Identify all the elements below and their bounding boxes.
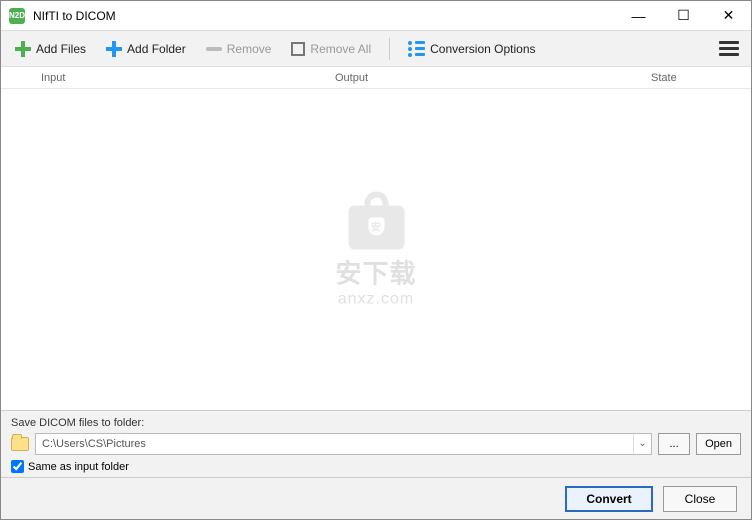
remove-button: Remove bbox=[198, 38, 280, 60]
same-as-input-label: Same as input folder bbox=[28, 461, 129, 473]
conversion-options-button[interactable]: Conversion Options bbox=[400, 37, 543, 61]
same-as-input-checkbox[interactable]: Same as input folder bbox=[11, 460, 741, 473]
same-as-input-input[interactable] bbox=[11, 460, 24, 473]
watermark-en: anxz.com bbox=[335, 290, 416, 308]
column-state[interactable]: State bbox=[651, 72, 751, 84]
square-icon bbox=[291, 42, 305, 56]
watermark: 安 安下载 anxz.com bbox=[335, 191, 416, 308]
app-icon: N2D bbox=[9, 8, 25, 24]
separator bbox=[389, 38, 390, 60]
titlebar: N2D NIfTI to DICOM — ☐ ✕ bbox=[1, 1, 751, 31]
watermark-bag-icon: 安 bbox=[342, 191, 410, 249]
add-files-label: Add Files bbox=[36, 42, 86, 56]
column-output[interactable]: Output bbox=[331, 72, 651, 84]
close-button[interactable]: Close bbox=[663, 486, 737, 512]
path-input[interactable] bbox=[36, 434, 633, 454]
file-list[interactable]: 安 安下载 anxz.com bbox=[1, 89, 751, 410]
minus-icon bbox=[206, 47, 222, 51]
remove-label: Remove bbox=[227, 42, 272, 56]
window-title: NIfTI to DICOM bbox=[33, 9, 616, 23]
hamburger-icon bbox=[719, 41, 739, 44]
plus-icon bbox=[15, 41, 31, 57]
convert-button[interactable]: Convert bbox=[565, 486, 653, 512]
minimize-button[interactable]: — bbox=[616, 1, 661, 31]
conversion-options-label: Conversion Options bbox=[430, 42, 535, 56]
close-window-button[interactable]: ✕ bbox=[706, 1, 751, 31]
remove-all-button: Remove All bbox=[283, 38, 379, 60]
save-panel: Save DICOM files to folder: ⌄ ... Open S… bbox=[1, 410, 751, 477]
browse-button[interactable]: ... bbox=[658, 433, 690, 455]
remove-all-label: Remove All bbox=[310, 42, 371, 56]
add-folder-label: Add Folder bbox=[127, 42, 186, 56]
chevron-down-icon[interactable]: ⌄ bbox=[633, 434, 651, 454]
toolbar: Add Files Add Folder Remove Remove All C… bbox=[1, 31, 751, 67]
path-combobox[interactable]: ⌄ bbox=[35, 433, 652, 455]
action-bar: Convert Close bbox=[1, 477, 751, 519]
menu-button[interactable] bbox=[713, 35, 745, 62]
add-folder-button[interactable]: Add Folder bbox=[98, 37, 194, 61]
open-button[interactable]: Open bbox=[696, 433, 741, 455]
options-icon bbox=[408, 41, 425, 57]
save-label: Save DICOM files to folder: bbox=[11, 417, 741, 429]
folder-icon bbox=[11, 437, 29, 451]
maximize-button[interactable]: ☐ bbox=[661, 1, 706, 31]
watermark-cn: 安下载 bbox=[335, 253, 416, 290]
add-files-button[interactable]: Add Files bbox=[7, 37, 94, 61]
column-input[interactable]: Input bbox=[1, 72, 331, 84]
plus-icon bbox=[106, 41, 122, 57]
column-headers: Input Output State bbox=[1, 67, 751, 89]
